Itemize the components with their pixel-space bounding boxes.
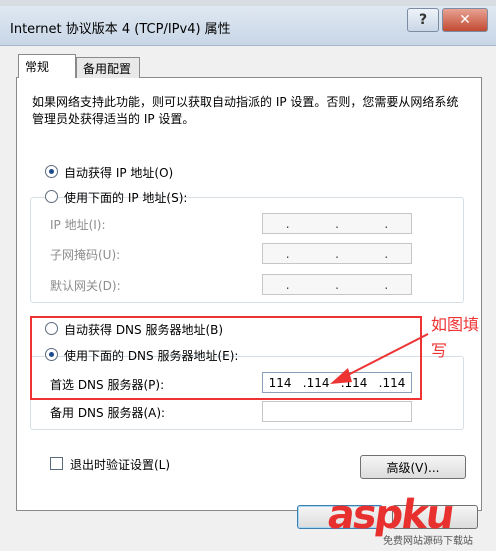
- arrow-head: [330, 368, 352, 384]
- auto-ip-label: 自动获得 IP 地址(O): [64, 166, 174, 180]
- close-icon: ✕: [459, 12, 471, 28]
- radio-auto-ip[interactable]: [45, 165, 58, 178]
- arrow-line: [341, 333, 429, 379]
- tab-alternate-config[interactable]: 备用配置: [76, 57, 140, 78]
- default-gateway-input[interactable]: ...: [262, 274, 412, 295]
- validate-checkbox[interactable]: [50, 457, 63, 470]
- window-title: Internet 协议版本 4 (TCP/IPv4) 属性: [10, 22, 231, 37]
- tab-general[interactable]: 常规: [18, 54, 76, 78]
- manual-ip-label: 使用下面的 IP 地址(S):: [64, 191, 188, 205]
- ip-address-input[interactable]: ...: [262, 213, 412, 234]
- annotation-text: 如图填写: [431, 315, 480, 360]
- ip-address-label: IP 地址(I):: [50, 218, 106, 232]
- annotation-arrow-icon: [330, 333, 429, 384]
- validate-label: 退出时验证设置(L): [70, 458, 171, 472]
- radio-manual-ip[interactable]: [45, 190, 58, 203]
- alternate-dns-input[interactable]: [262, 401, 412, 422]
- advanced-button[interactable]: 高级(V)...: [360, 455, 466, 479]
- watermark-subtitle: 免费网站源码下载站: [383, 536, 473, 547]
- subnet-mask-input[interactable]: ...: [262, 243, 412, 264]
- close-button[interactable]: ✕: [442, 8, 488, 32]
- default-gateway-label: 默认网关(D):: [50, 279, 121, 293]
- subnet-mask-label: 子网掩码(U):: [50, 248, 121, 262]
- description-text: 如果网络支持此功能，则可以获取自动指派的 IP 设置。否则，您需要从网络系统管理…: [32, 95, 459, 126]
- alternate-dns-label: 备用 DNS 服务器(A):: [50, 406, 166, 420]
- help-button[interactable]: ?: [407, 8, 439, 32]
